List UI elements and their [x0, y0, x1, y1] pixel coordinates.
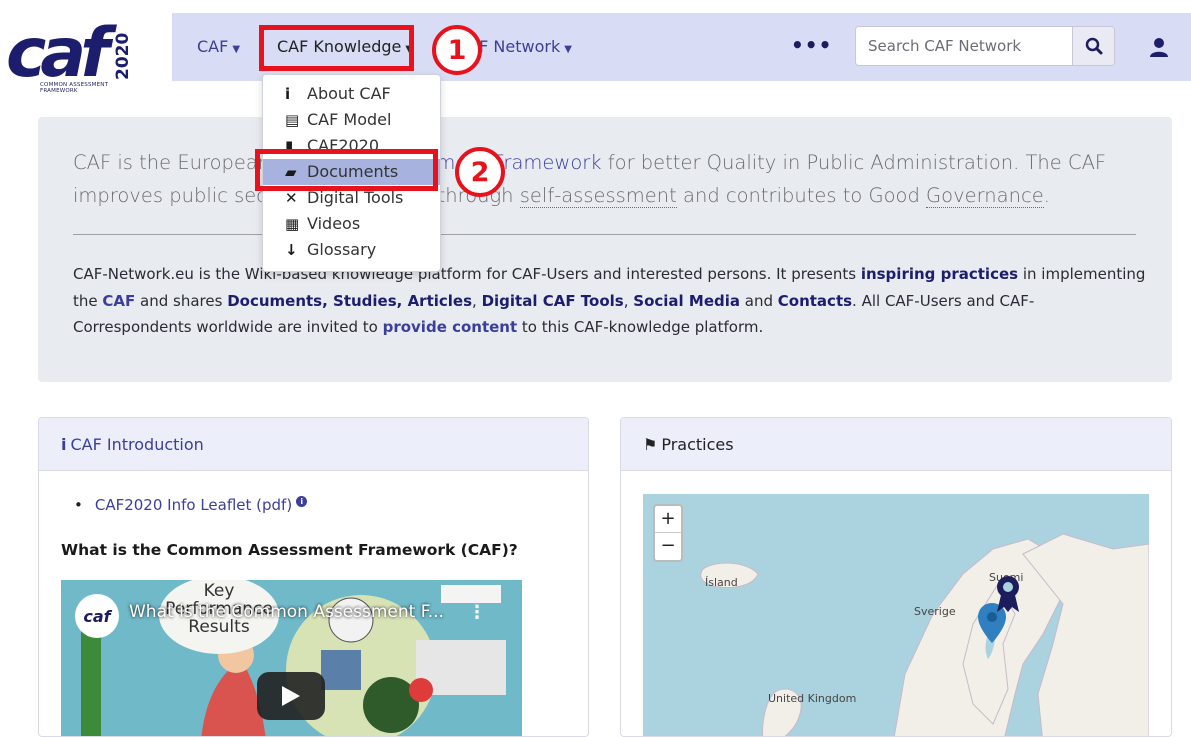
film-icon: ▦: [285, 215, 300, 233]
digital-tools-link[interactable]: Digital CAF Tools: [482, 292, 624, 310]
social-media-link[interactable]: Social Media: [633, 292, 740, 310]
play-button[interactable]: [257, 672, 325, 720]
search-icon: [1085, 37, 1103, 55]
zoom-controls: + −: [653, 504, 683, 562]
menu-item-label: CAF Model: [307, 110, 392, 129]
video-title[interactable]: What is the Common Assessment F...: [129, 602, 444, 622]
search-box: [855, 26, 1115, 66]
self-assessment-term[interactable]: self-assessment: [519, 184, 677, 208]
logo-year: 2020: [113, 33, 133, 80]
menu-item-glossary[interactable]: ↓ Glossary: [263, 237, 440, 263]
contacts-link[interactable]: Contacts: [778, 292, 852, 310]
flag-icon: ⚑: [643, 435, 658, 454]
menu-item-videos[interactable]: ▦ Videos: [263, 211, 440, 237]
zoom-out-button[interactable]: −: [655, 533, 681, 560]
logo-tagline: COMMON ASSESSMENT FRAMEWORK: [40, 82, 109, 94]
section-heading: What is the Common Assessment Framework …: [61, 541, 518, 559]
provide-content-link[interactable]: provide content: [383, 318, 518, 336]
sort-icon: ↓: [285, 241, 298, 259]
logo-letters: caf: [6, 14, 117, 84]
user-menu-button[interactable]: [1147, 35, 1171, 59]
video-menu-icon[interactable]: ⋮: [468, 602, 486, 623]
hero-text-part: and: [740, 291, 778, 310]
user-icon: [1150, 38, 1168, 57]
hero-lead-part: .: [1043, 184, 1050, 207]
channel-avatar[interactable]: caf: [75, 594, 119, 638]
governance-term[interactable]: Governance: [926, 184, 1044, 208]
award-marker-icon[interactable]: [992, 574, 1024, 614]
more-menu-icon[interactable]: •••: [791, 33, 832, 57]
step-1-marker: 1: [432, 25, 482, 75]
hero-text-part: and shares: [135, 291, 228, 310]
video-player[interactable]: Key Performance Results caf What is the …: [61, 580, 522, 736]
map-label: Ísland: [705, 576, 738, 589]
documents-link[interactable]: Documents, Studies, Articles: [227, 292, 472, 310]
card-header: ⚑ Practices: [621, 418, 1171, 471]
caf-link[interactable]: CAF: [102, 292, 135, 310]
card-title: Practices: [661, 435, 734, 454]
menu-item-caf-model[interactable]: ▤ CAF Model: [263, 107, 440, 133]
menu-item-label: Videos: [307, 214, 361, 233]
caf-introduction-card: iCAF Introduction CAF2020 Info Leaflet (…: [38, 417, 589, 737]
info-icon: i: [61, 435, 67, 454]
search-input[interactable]: [856, 27, 1072, 65]
step-2-marker: 2: [455, 147, 505, 197]
info-icon: i: [285, 85, 291, 103]
map-label: Sverige: [914, 605, 956, 618]
play-icon: [282, 686, 300, 706]
highlight-box-step-1: [259, 25, 414, 71]
card-title: CAF Introduction: [70, 435, 204, 454]
intro-jumbotron: CAF is the European Common Assessment Fr…: [38, 117, 1172, 382]
menu-item-label: Glossary: [307, 240, 377, 259]
hero-text-part: ,: [472, 291, 482, 310]
map-tiles: [643, 494, 1149, 736]
info-leaflet-link[interactable]: CAF2020 Info Leaflet (pdf): [95, 496, 292, 514]
divider: [73, 234, 1136, 235]
caret-down-icon: ▼: [232, 44, 241, 55]
inspiring-practices-link[interactable]: inspiring practices: [861, 265, 1018, 283]
hero-paragraph: CAF-Network.eu is the Wiki-based knowled…: [73, 261, 1148, 341]
zoom-in-button[interactable]: +: [655, 506, 681, 533]
hero-lead-part: and contributes to Good: [676, 184, 927, 207]
hero-lead-text: CAF is the European Common Assessment Fr…: [73, 146, 1148, 212]
menu-item-about-caf[interactable]: i About CAF: [263, 81, 440, 107]
search-button[interactable]: [1072, 27, 1114, 65]
hero-text-part: ,: [623, 291, 634, 310]
card-header: i CAF Introduction: [39, 418, 588, 471]
practices-map[interactable]: + − Ísland Sverige United Kingdom Suomi: [643, 494, 1149, 736]
list-item: CAF2020 Info Leaflet (pdf) i: [74, 496, 308, 514]
caret-down-icon: ▼: [564, 44, 572, 55]
menu-item-label: About CAF: [307, 84, 391, 103]
info-circle-icon[interactable]: i: [296, 496, 308, 507]
map-label: United Kingdom: [768, 692, 857, 705]
highlight-box-step-2: [255, 149, 438, 191]
hero-lead-part: CAF is the European: [73, 151, 277, 174]
nav-caf[interactable]: CAF ▼: [197, 37, 240, 56]
hero-text-part: CAF-Network.eu is the Wiki-based knowled…: [73, 265, 861, 283]
hero-text-part: to this CAF-knowledge platform.: [517, 318, 764, 336]
clipboard-icon: ▤: [285, 111, 300, 129]
nav-caf-label: CAF: [197, 37, 229, 56]
practices-card: ⚑ Practices + − Ísland Sverige United Kin…: [620, 417, 1172, 737]
